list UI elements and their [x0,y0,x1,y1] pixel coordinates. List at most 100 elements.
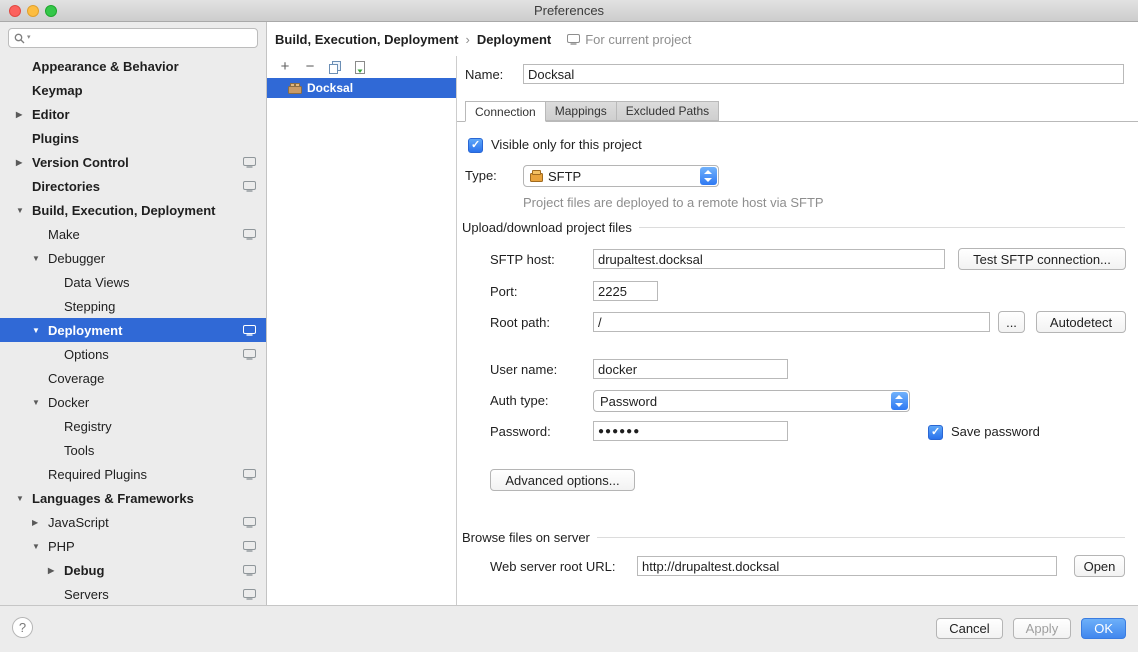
import-icon [354,61,366,74]
chevron-right-icon[interactable]: ▶ [32,518,48,527]
web-root-input[interactable] [637,556,1057,576]
search-field[interactable]: ▾ [8,28,258,48]
visible-only-checkbox[interactable] [468,138,483,153]
sidebar-item-stepping[interactable]: Stepping [0,294,266,318]
chevron-right-icon[interactable]: ▶ [16,158,32,167]
connection-tab-strip: Connection Mappings Excluded Paths [457,100,1138,122]
type-select[interactable]: SFTP [523,165,719,187]
search-input[interactable] [33,30,252,46]
current-project-monitor-icon [243,469,256,480]
sftp-host-input[interactable] [593,249,945,269]
window-title: Preferences [534,3,604,18]
sidebar-item-javascript[interactable]: ▶JavaScript [0,510,266,534]
minimize-button[interactable] [27,5,39,17]
sidebar-item-make[interactable]: Make [0,222,266,246]
chevron-down-icon[interactable]: ▼ [32,326,48,335]
tab-mappings[interactable]: Mappings [545,101,617,121]
sidebar-item-debugger[interactable]: ▼Debugger [0,246,266,270]
sidebar-item-keymap[interactable]: Keymap [0,78,266,102]
sidebar-item-required-plugins[interactable]: Required Plugins [0,462,266,486]
user-name-input[interactable] [593,359,788,379]
tab-connection[interactable]: Connection [465,101,546,122]
sidebar-item-docker[interactable]: ▼Docker [0,390,266,414]
sidebar-item-editor[interactable]: ▶Editor [0,102,266,126]
browse-group-title: Browse files on server [462,530,590,545]
port-input[interactable] [593,281,658,301]
upload-group-header: Upload/download project files [462,220,1125,235]
copy-server-button[interactable] [327,59,343,75]
save-password-label: Save password [951,424,1040,440]
dropdown-stepper-icon [891,392,908,410]
sidebar-item-version-control[interactable]: ▶Version Control [0,150,266,174]
name-input[interactable] [523,64,1124,84]
chevron-down-icon[interactable]: ▼ [32,254,48,263]
sidebar-item-appearance-behavior[interactable]: Appearance & Behavior [0,54,266,78]
web-root-label: Web server root URL: [490,559,615,575]
save-password-checkbox[interactable] [928,425,943,440]
server-list-panel: + − [267,56,457,605]
sidebar-item-label: Data Views [64,275,130,290]
settings-tree: Appearance & BehaviorKeymap▶EditorPlugin… [0,54,266,605]
sidebar-item-label: Debug [64,563,104,578]
zoom-button[interactable] [45,5,57,17]
scope-indicator: For current project [567,32,691,47]
sidebar-item-label: PHP [48,539,75,554]
add-server-button[interactable]: + [277,59,293,75]
tab-excluded-paths[interactable]: Excluded Paths [616,101,719,121]
sidebar-item-directories[interactable]: Directories [0,174,266,198]
monitor-icon [567,34,580,45]
help-button[interactable]: ? [12,617,33,638]
sidebar-item-label: Stepping [64,299,115,314]
titlebar[interactable]: Preferences [0,0,1138,22]
sidebar-item-build-execution-deployment[interactable]: ▼Build, Execution, Deployment [0,198,266,222]
apply-button[interactable]: Apply [1013,618,1072,639]
chevron-down-icon[interactable]: ▼ [32,542,48,551]
sidebar-item-servers[interactable]: Servers [0,582,266,605]
auth-type-select[interactable]: Password [593,390,910,412]
sidebar-item-plugins[interactable]: Plugins [0,126,266,150]
deployment-form: Name: Connection Mappings Excluded Paths… [457,56,1138,605]
sidebar-item-label: Version Control [32,155,129,170]
close-button[interactable] [9,5,21,17]
current-project-monitor-icon [243,229,256,240]
breadcrumb-parent[interactable]: Build, Execution, Deployment [275,32,458,47]
password-input[interactable] [593,421,788,441]
server-list-item-docksal[interactable]: Docksal [267,78,456,98]
sidebar-item-label: Editor [32,107,70,122]
open-button[interactable]: Open [1074,555,1125,577]
type-select-value: SFTP [548,169,581,184]
root-path-input[interactable] [593,312,990,332]
sidebar-item-debug[interactable]: ▶Debug [0,558,266,582]
test-sftp-connection-button[interactable]: Test SFTP connection... [958,248,1126,270]
cancel-button[interactable]: Cancel [936,618,1002,639]
port-label: Port: [490,284,517,300]
chevron-down-icon[interactable]: ▼ [16,494,32,503]
sidebar-item-tools[interactable]: Tools [0,438,266,462]
server-name: Docksal [307,81,353,95]
sidebar-item-options[interactable]: Options [0,342,266,366]
sidebar-item-registry[interactable]: Registry [0,414,266,438]
import-server-button[interactable] [352,59,368,75]
sidebar-item-label: Coverage [48,371,104,386]
current-project-monitor-icon [243,517,256,528]
browse-group-header: Browse files on server [462,530,1125,545]
chevron-right-icon[interactable]: ▶ [16,110,32,119]
advanced-options-button[interactable]: Advanced options... [490,469,635,491]
chevron-down-icon[interactable]: ▼ [16,206,32,215]
sidebar-item-php[interactable]: ▼PHP [0,534,266,558]
autodetect-button[interactable]: Autodetect [1036,311,1126,333]
browse-root-path-button[interactable]: ... [998,311,1025,333]
chevron-right-icon[interactable]: ▶ [48,566,64,575]
sidebar-item-coverage[interactable]: Coverage [0,366,266,390]
breadcrumb-current: Deployment [477,32,551,47]
type-label: Type: [465,168,497,184]
remove-server-button[interactable]: − [302,59,318,75]
ok-button[interactable]: OK [1081,618,1126,639]
sidebar-item-languages-frameworks[interactable]: ▼Languages & Frameworks [0,486,266,510]
sidebar-item-deployment[interactable]: ▼Deployment [0,318,266,342]
chevron-down-icon[interactable]: ▼ [32,398,48,407]
name-label: Name: [465,67,503,83]
current-project-monitor-icon [243,181,256,192]
sidebar-item-data-views[interactable]: Data Views [0,270,266,294]
footer-bar: ? Cancel Apply OK [0,605,1138,652]
